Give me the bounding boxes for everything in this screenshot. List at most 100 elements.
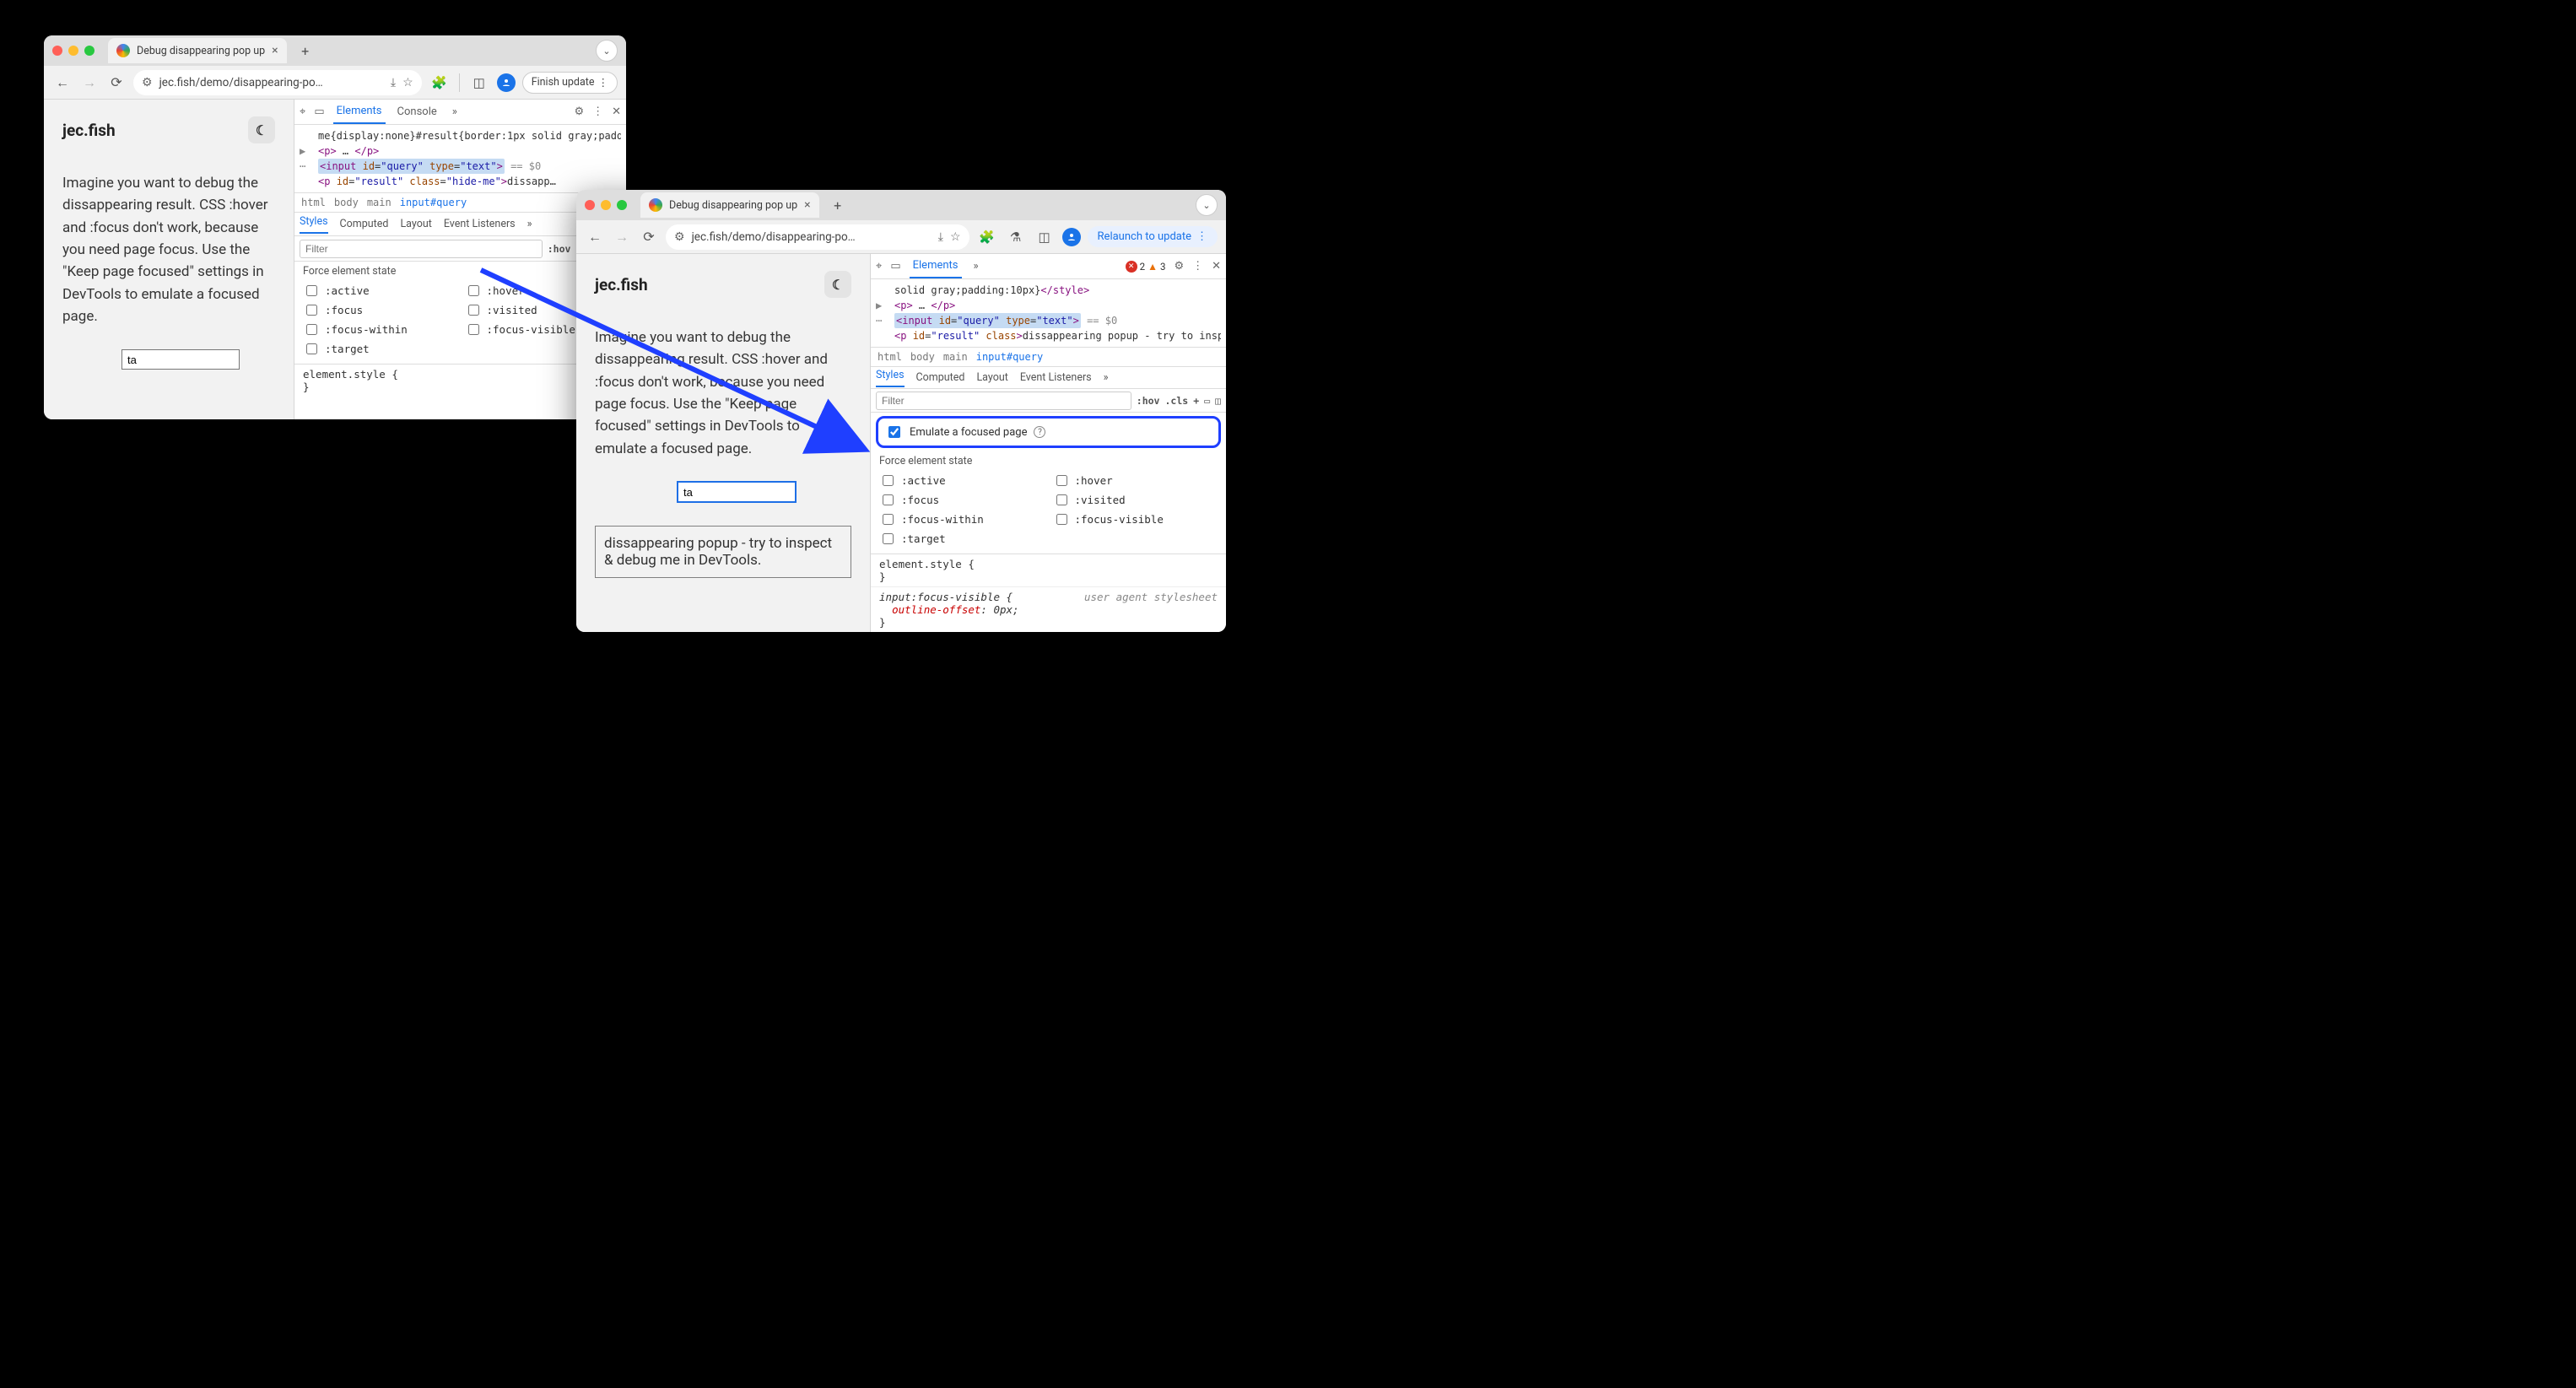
state-active[interactable]: :active: [879, 473, 1045, 489]
close-devtools-icon[interactable]: ✕: [1212, 260, 1221, 273]
state-focus-within[interactable]: :focus-within: [303, 321, 456, 338]
maximize-window-icon[interactable]: [617, 200, 627, 210]
dark-mode-toggle[interactable]: ☾: [824, 271, 851, 298]
hov-button[interactable]: :hov: [1137, 395, 1160, 407]
new-tab-button[interactable]: +: [294, 39, 317, 62]
emulate-checkbox[interactable]: [888, 426, 900, 438]
styletab-styles[interactable]: Styles: [876, 369, 905, 387]
selected-element[interactable]: <input id="query" type="text">: [318, 159, 505, 174]
new-rule-icon[interactable]: +: [1193, 395, 1199, 407]
dark-mode-toggle[interactable]: ☾: [248, 116, 275, 143]
styles-filter-input[interactable]: [300, 240, 543, 258]
sidepanel-icon[interactable]: ◫: [468, 72, 490, 94]
kebab-icon[interactable]: ⋮: [592, 105, 603, 118]
styletab-computed[interactable]: Computed: [916, 371, 965, 384]
hov-button[interactable]: :hov: [548, 243, 571, 255]
profile-avatar[interactable]: [497, 73, 516, 92]
site-tune-icon[interactable]: ⚙: [674, 230, 685, 244]
close-tab-icon[interactable]: ×: [272, 44, 278, 57]
state-target[interactable]: :target: [879, 531, 1045, 547]
computed-toggle-icon[interactable]: ◫: [1215, 395, 1221, 407]
styletab-layout[interactable]: Layout: [400, 218, 431, 230]
profile-avatar[interactable]: [1062, 228, 1081, 246]
finish-update-button[interactable]: Finish update ⋮: [522, 72, 618, 94]
extensions-icon[interactable]: 🧩: [976, 226, 998, 248]
relaunch-update-button[interactable]: Relaunch to update ⋮: [1088, 226, 1218, 247]
inspect-icon[interactable]: ⌖: [876, 260, 882, 273]
device-toggle-icon[interactable]: ▭: [890, 260, 900, 273]
reload-button[interactable]: ⟳: [639, 227, 659, 247]
styletab-listeners[interactable]: Event Listeners: [444, 218, 516, 230]
error-badges[interactable]: ✕2 ▲3: [1126, 261, 1166, 273]
styles-filter-input[interactable]: [876, 392, 1131, 410]
state-hover[interactable]: :hover: [1053, 473, 1218, 489]
browser-tab[interactable]: Debug disappearing pop up ×: [640, 192, 819, 218]
state-focus-within[interactable]: :focus-within: [879, 511, 1045, 527]
state-active[interactable]: :active: [303, 283, 456, 299]
forward-button[interactable]: →: [612, 227, 632, 247]
state-target[interactable]: :target: [303, 341, 456, 357]
more-tabs-icon[interactable]: »: [970, 255, 982, 278]
elements-tree[interactable]: me{display:none}#result{border:1px solid…: [294, 125, 626, 193]
back-button[interactable]: ←: [52, 73, 73, 93]
settings-icon[interactable]: ⚙: [574, 105, 584, 118]
styletab-layout[interactable]: Layout: [976, 371, 1007, 384]
extensions-icon[interactable]: 🧩: [429, 72, 451, 94]
close-window-icon[interactable]: [52, 46, 62, 56]
query-input[interactable]: [678, 482, 796, 502]
new-tab-button[interactable]: +: [826, 193, 850, 217]
tabs-dropdown-button[interactable]: ⌄: [1196, 194, 1218, 216]
tab-elements[interactable]: Elements: [910, 254, 962, 278]
cls-button[interactable]: .cls: [1164, 395, 1188, 407]
rule-focus-visible[interactable]: user agent stylesheet input:focus-visibl…: [871, 586, 1226, 632]
address-bar[interactable]: ⚙ jec.fish/demo/disappearing-po… ⤓ ☆: [666, 224, 969, 250]
state-focus-visible[interactable]: :focus-visible: [1053, 511, 1218, 527]
install-icon[interactable]: ⤓: [391, 76, 396, 89]
more-tabs-icon[interactable]: »: [449, 100, 461, 123]
reload-button[interactable]: ⟳: [106, 73, 127, 93]
styletab-styles[interactable]: Styles: [300, 215, 328, 234]
elements-tree[interactable]: solid gray;padding:10px}</style> ▶<p> … …: [871, 279, 1226, 348]
query-input[interactable]: [122, 349, 240, 370]
rendering-icon[interactable]: ▭: [1204, 395, 1210, 407]
site-tune-icon[interactable]: ⚙: [142, 76, 153, 89]
styletab-listeners[interactable]: Event Listeners: [1020, 371, 1092, 384]
bookmark-icon[interactable]: ☆: [950, 230, 961, 244]
emulate-focused-page[interactable]: Emulate a focused page ?: [876, 416, 1221, 448]
device-toggle-icon[interactable]: ▭: [314, 105, 324, 118]
state-focus[interactable]: :focus: [879, 492, 1045, 508]
tabs-dropdown-button[interactable]: ⌄: [596, 40, 618, 62]
bookmark-icon[interactable]: ☆: [402, 76, 413, 89]
more-styletabs-icon[interactable]: »: [527, 218, 532, 230]
settings-icon[interactable]: ⚙: [1174, 260, 1184, 273]
close-tab-icon[interactable]: ×: [804, 198, 810, 212]
install-icon[interactable]: ⤓: [938, 230, 943, 244]
kebab-icon[interactable]: ⋮: [1192, 260, 1203, 273]
state-visited[interactable]: :visited: [1053, 492, 1218, 508]
sidepanel-icon[interactable]: ◫: [1034, 226, 1056, 248]
crumb-current[interactable]: input#query: [400, 197, 467, 208]
tab-elements[interactable]: Elements: [333, 100, 386, 124]
maximize-window-icon[interactable]: [84, 46, 95, 56]
close-devtools-icon[interactable]: ✕: [612, 105, 621, 118]
crumb-main[interactable]: main: [367, 197, 392, 208]
crumb-html[interactable]: html: [878, 351, 902, 363]
minimize-window-icon[interactable]: [601, 200, 611, 210]
back-button[interactable]: ←: [585, 227, 605, 247]
labs-icon[interactable]: ⚗: [1005, 226, 1027, 248]
elements-breadcrumb[interactable]: html body main input#query: [871, 348, 1226, 367]
state-focus[interactable]: :focus: [303, 302, 456, 318]
crumb-html[interactable]: html: [301, 197, 326, 208]
tab-console[interactable]: Console: [394, 100, 440, 123]
help-icon[interactable]: ?: [1034, 426, 1045, 438]
forward-button[interactable]: →: [79, 73, 100, 93]
crumb-current[interactable]: input#query: [976, 351, 1043, 363]
rule-element-style[interactable]: element.style { }: [871, 554, 1226, 586]
inspect-icon[interactable]: ⌖: [300, 105, 305, 118]
crumb-body[interactable]: body: [910, 351, 935, 363]
more-styletabs-icon[interactable]: »: [1104, 371, 1109, 384]
crumb-body[interactable]: body: [334, 197, 359, 208]
browser-tab[interactable]: Debug disappearing pop up ×: [108, 38, 287, 63]
selected-element[interactable]: <input id="query" type="text">: [894, 313, 1081, 328]
crumb-main[interactable]: main: [943, 351, 968, 363]
